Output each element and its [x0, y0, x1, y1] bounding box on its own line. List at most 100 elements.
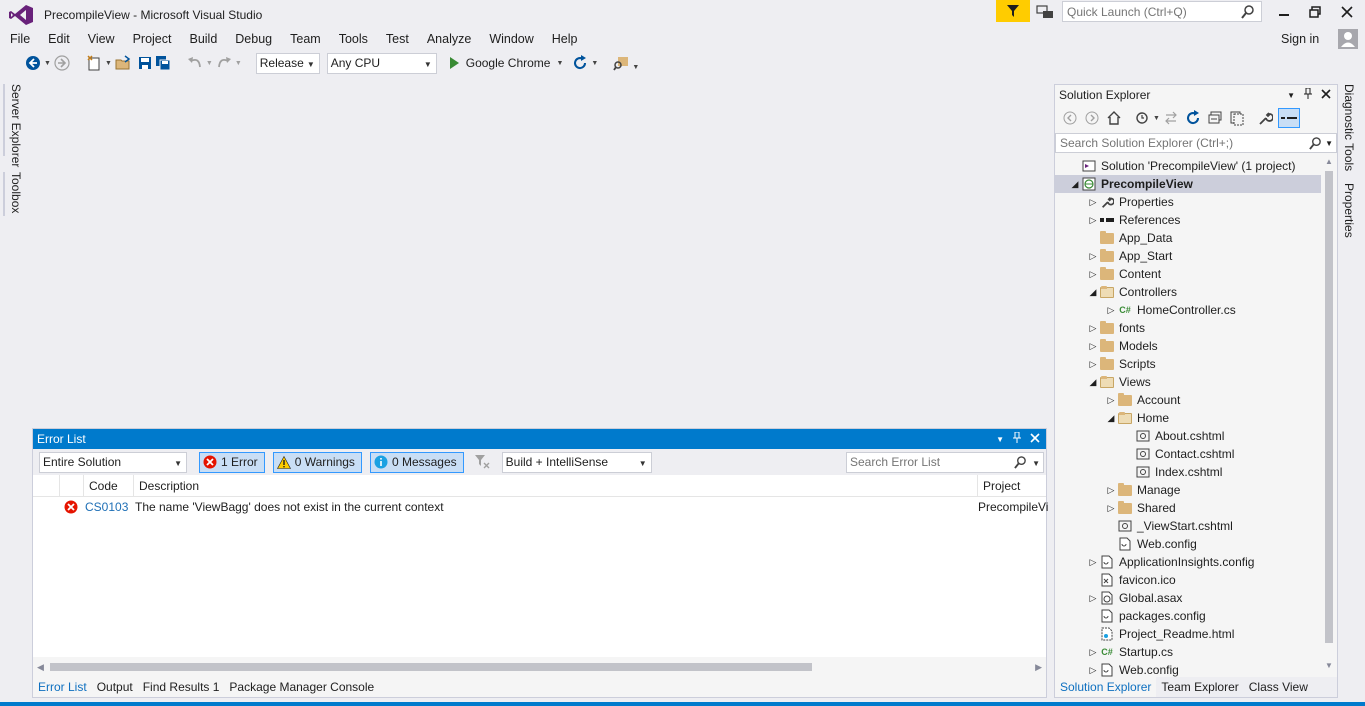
menu-team[interactable]: Team [280, 29, 329, 49]
feedback-icon[interactable] [1036, 4, 1054, 20]
run-target-dropdown-icon[interactable]: ▼ [556, 60, 563, 67]
refresh-icon[interactable] [1184, 109, 1202, 127]
undo-dropdown-icon[interactable]: ▼ [206, 60, 213, 67]
tree-item[interactable]: ◢ Controllers [1055, 283, 1321, 301]
tab-output[interactable]: Output [92, 677, 138, 697]
errors-filter-button[interactable]: 1 Error [199, 451, 265, 473]
tree-item[interactable]: packages.config [1055, 607, 1321, 625]
menu-tools[interactable]: Tools [329, 29, 376, 49]
build-filter-select[interactable]: Build + IntelliSense ▼ [501, 451, 652, 473]
new-project-icon[interactable] [85, 54, 103, 72]
quick-launch-box[interactable] [1062, 1, 1262, 22]
collapsed-arrow-icon[interactable]: ▷ [1087, 359, 1099, 370]
solution-explorer-vscrollbar[interactable]: ▲ ▼ [1323, 157, 1335, 687]
solution-explorer-close-icon[interactable] [1321, 88, 1331, 102]
description-column-header[interactable]: Description [139, 479, 199, 493]
redo-icon[interactable] [215, 54, 233, 72]
toolbar-overflow-icon[interactable]: ▼ [632, 64, 639, 71]
error-list-hscrollbar[interactable]: ◀ ▶ [33, 659, 1046, 675]
expanded-arrow-icon[interactable]: ◢ [1087, 287, 1099, 298]
refresh-dropdown-icon[interactable]: ▼ [591, 60, 598, 67]
menu-analyze[interactable]: Analyze [417, 29, 479, 49]
tab-find-results[interactable]: Find Results 1 [138, 677, 225, 697]
tree-item[interactable]: ▷ Manage [1055, 481, 1321, 499]
properties-tab[interactable]: Properties [1342, 183, 1356, 238]
collapse-all-icon[interactable] [1206, 109, 1224, 127]
scrollbar-thumb[interactable] [1325, 171, 1333, 643]
tree-item[interactable]: ◢ Views [1055, 373, 1321, 391]
back-dropdown-icon[interactable]: ▼ [44, 60, 51, 67]
tab-package-manager-console[interactable]: Package Manager Console [224, 677, 379, 697]
tree-item[interactable]: Solution 'PrecompileView' (1 project) [1055, 157, 1321, 175]
sync-active-document-icon[interactable] [1162, 109, 1180, 127]
menu-project[interactable]: Project [123, 29, 180, 49]
back-icon[interactable] [1061, 109, 1079, 127]
open-file-icon[interactable] [114, 54, 132, 72]
platform-select[interactable]: Any CPU ▼ [326, 52, 437, 74]
undo-icon[interactable] [186, 54, 204, 72]
expanded-arrow-icon[interactable]: ◢ [1087, 377, 1099, 388]
server-explorer-tab[interactable]: Server Explorer [9, 84, 23, 167]
error-code-link[interactable]: CS0103 [85, 500, 128, 514]
window-position-icon[interactable]: ▼ [1287, 91, 1295, 100]
tree-item[interactable]: ▷ ApplicationInsights.config [1055, 553, 1321, 571]
tree-item[interactable]: App_Data [1055, 229, 1321, 247]
run-target-label[interactable]: Google Chrome [466, 56, 551, 70]
tree-item[interactable]: ▷ Content [1055, 265, 1321, 283]
collapsed-arrow-icon[interactable]: ▷ [1087, 341, 1099, 352]
error-list-search-box[interactable]: ▼ [846, 451, 1044, 473]
error-list-close-icon[interactable] [1030, 432, 1040, 446]
collapsed-arrow-icon[interactable]: ▷ [1105, 503, 1117, 514]
tree-item[interactable]: ▷ Global.asax [1055, 589, 1321, 607]
scrollbar-thumb[interactable] [49, 663, 812, 671]
forward-icon[interactable] [53, 54, 71, 72]
tree-item[interactable]: ◢ Home [1055, 409, 1321, 427]
properties-wrench-icon[interactable] [1256, 109, 1274, 127]
expanded-arrow-icon[interactable]: ◢ [1105, 413, 1117, 424]
scroll-up-icon[interactable]: ▲ [1325, 157, 1333, 166]
tree-item[interactable]: ▷ C# HomeController.cs [1055, 301, 1321, 319]
code-column-header[interactable]: Code [89, 479, 118, 493]
tab-error-list[interactable]: Error List [33, 677, 92, 697]
find-in-files-icon[interactable] [612, 54, 630, 72]
tab-class-view[interactable]: Class View [1244, 677, 1313, 697]
toolbox-tab[interactable]: Toolbox [9, 172, 23, 213]
clear-filter-icon[interactable] [474, 453, 490, 472]
collapsed-arrow-icon[interactable]: ▷ [1105, 305, 1117, 316]
tree-item[interactable]: ▷ Account [1055, 391, 1321, 409]
tree-item[interactable]: ▷ App_Start [1055, 247, 1321, 265]
tree-item[interactable]: Web.config [1055, 535, 1321, 553]
solution-explorer-search-box[interactable]: ▼ [1055, 133, 1337, 153]
tree-item[interactable]: ▷ C# Startup.cs [1055, 643, 1321, 661]
collapsed-arrow-icon[interactable]: ▷ [1105, 395, 1117, 406]
tree-item[interactable]: favicon.ico [1055, 571, 1321, 589]
tree-item[interactable]: ▷ Web.config [1055, 661, 1321, 677]
project-column-header[interactable]: Project [983, 479, 1020, 493]
start-debugging-button[interactable] [445, 54, 463, 72]
menu-view[interactable]: View [78, 29, 123, 49]
tab-team-explorer[interactable]: Team Explorer [1156, 677, 1243, 697]
diagnostic-tools-tab[interactable]: Diagnostic Tools [1342, 84, 1356, 171]
close-button[interactable] [1336, 4, 1358, 20]
tree-item[interactable]: Contact.cshtml [1055, 445, 1321, 463]
collapsed-arrow-icon[interactable]: ▷ [1087, 593, 1099, 604]
scroll-down-icon[interactable]: ▼ [1325, 661, 1333, 670]
collapsed-arrow-icon[interactable]: ▷ [1087, 197, 1099, 208]
scroll-right-icon[interactable]: ▶ [1035, 662, 1042, 673]
refresh-browser-icon[interactable] [571, 54, 589, 72]
collapsed-arrow-icon[interactable]: ▷ [1087, 269, 1099, 280]
error-list-search-input[interactable] [850, 455, 1010, 469]
pending-changes-dropdown-icon[interactable]: ▼ [1153, 115, 1160, 122]
restore-button[interactable] [1304, 4, 1326, 20]
configuration-select[interactable]: Release ▼ [255, 52, 320, 74]
collapsed-arrow-icon[interactable]: ▷ [1087, 557, 1099, 568]
quick-launch-input[interactable] [1063, 2, 1241, 21]
collapsed-arrow-icon[interactable]: ▷ [1087, 665, 1099, 676]
window-position-icon[interactable]: ▼ [996, 435, 1004, 444]
menu-test[interactable]: Test [376, 29, 417, 49]
tree-item[interactable]: ▷ fonts [1055, 319, 1321, 337]
show-all-files-icon[interactable] [1228, 109, 1246, 127]
notifications-button[interactable] [996, 0, 1030, 22]
scope-select[interactable]: Entire Solution ▼ [39, 451, 187, 473]
tree-item[interactable]: _ViewStart.cshtml [1055, 517, 1321, 535]
